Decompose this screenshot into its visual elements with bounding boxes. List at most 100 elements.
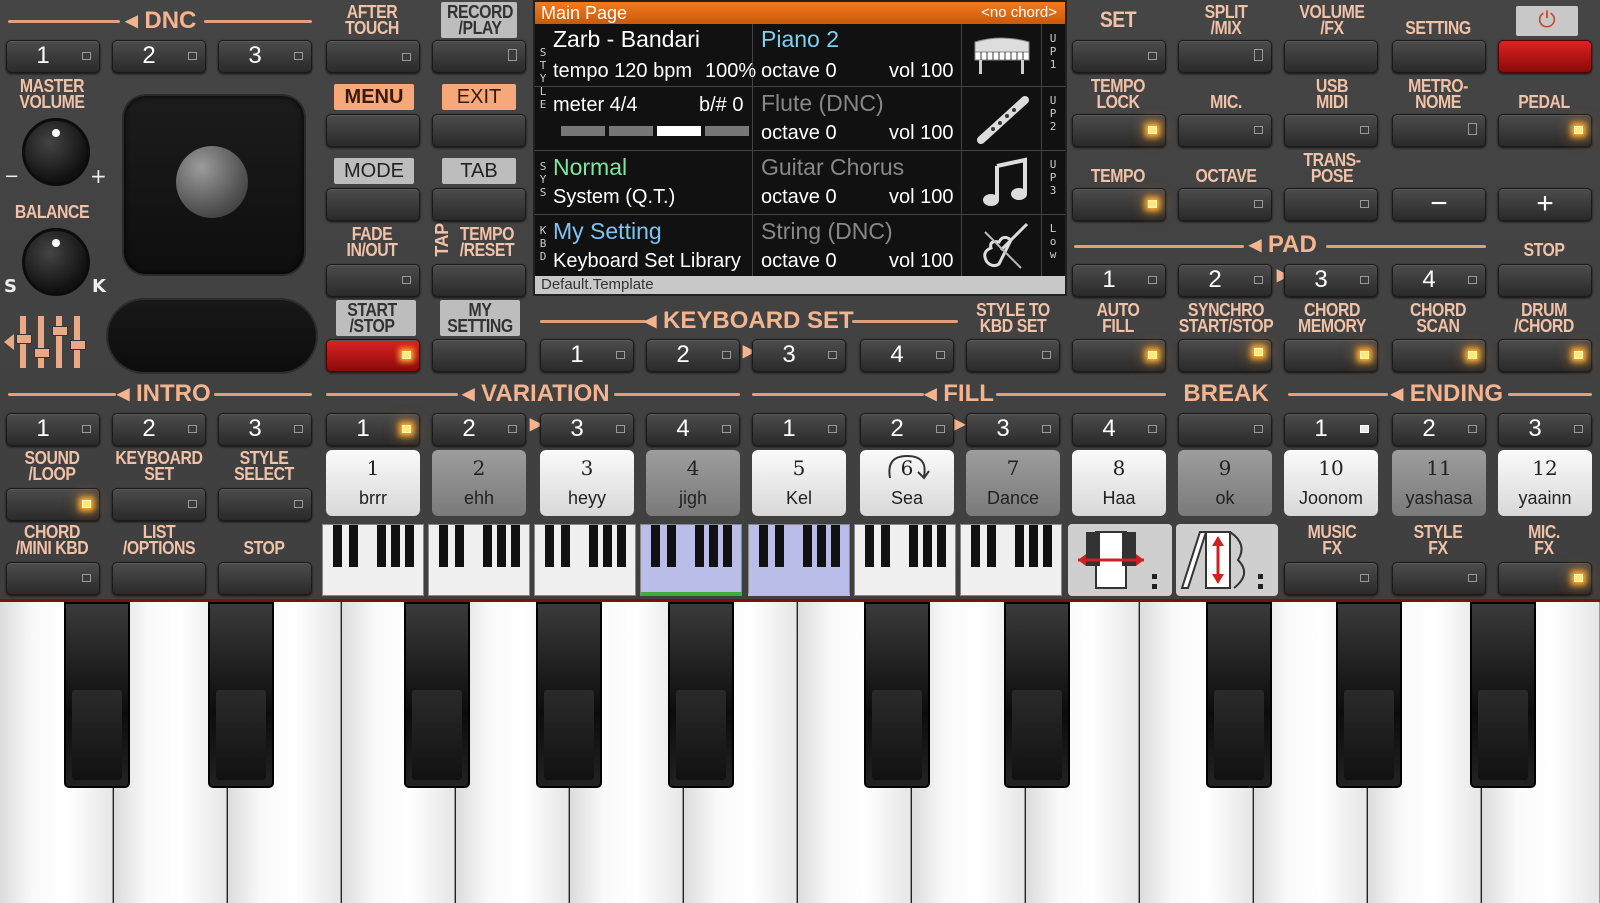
- variation-4-button[interactable]: 4: [646, 413, 740, 446]
- kbd-set-3-button[interactable]: 3: [752, 339, 846, 372]
- variation-2-button[interactable]: 2: [432, 413, 526, 446]
- tab-button[interactable]: [432, 188, 526, 221]
- tap-tempo-button[interactable]: [432, 264, 526, 297]
- mini-keyboard-octave-3[interactable]: [534, 524, 636, 596]
- style-select-button[interactable]: [218, 488, 312, 521]
- pad-stop-button[interactable]: [1498, 264, 1592, 297]
- mini-keyboard-octave-7[interactable]: [960, 524, 1062, 596]
- pad-1[interactable]: 1 brrr: [326, 450, 420, 516]
- dnc-3-button[interactable]: 3: [218, 40, 312, 73]
- violin-icon[interactable]: [977, 218, 1033, 272]
- intro-3-button[interactable]: 3: [218, 413, 312, 446]
- music-note-icon[interactable]: [981, 156, 1031, 208]
- set-button[interactable]: [1072, 40, 1166, 73]
- pad-12[interactable]: 12 yaainn: [1498, 450, 1592, 516]
- joystick-pad[interactable]: [124, 96, 304, 274]
- pad-4-button[interactable]: 4: [1392, 264, 1486, 297]
- pad-6[interactable]: 6 Sea: [860, 450, 954, 516]
- piano-icon[interactable]: [971, 32, 1033, 78]
- black-key[interactable]: [536, 602, 602, 788]
- pad-5[interactable]: 5 Kel: [752, 450, 846, 516]
- pad-4[interactable]: 4 jigh: [646, 450, 740, 516]
- flute-icon[interactable]: [975, 94, 1031, 146]
- voice-up3-name[interactable]: Guitar Chorus: [761, 154, 904, 181]
- intro-2-button[interactable]: 2: [112, 413, 206, 446]
- music-fx-button[interactable]: [1284, 562, 1378, 595]
- plus-button[interactable]: +: [1498, 188, 1592, 221]
- kbd-set-1-button[interactable]: 1: [540, 339, 634, 372]
- style-fx-button[interactable]: [1392, 562, 1486, 595]
- pad-10[interactable]: 10 Joonom: [1284, 450, 1378, 516]
- fill-1-button[interactable]: 1: [752, 413, 846, 446]
- pad-3-button[interactable]: 3: [1284, 264, 1378, 297]
- black-key[interactable]: [404, 602, 470, 788]
- power-button[interactable]: [1498, 40, 1592, 73]
- style-to-kbd-button[interactable]: [966, 339, 1060, 372]
- variation-1-button[interactable]: 1: [326, 413, 420, 446]
- minus-button[interactable]: −: [1392, 188, 1486, 221]
- kbd-name[interactable]: My Setting: [553, 218, 662, 245]
- stop-button[interactable]: [218, 562, 312, 595]
- mini-keyboard-octave-1[interactable]: [322, 524, 424, 596]
- balance-knob[interactable]: [22, 228, 90, 296]
- black-key[interactable]: [668, 602, 734, 788]
- style-name[interactable]: Zarb - Bandari: [553, 26, 700, 53]
- my-setting-button[interactable]: [432, 339, 526, 372]
- usb-midi-button[interactable]: [1284, 114, 1378, 147]
- ending-1-button[interactable]: 1: [1284, 413, 1378, 446]
- mini-keyboard-octave-5[interactable]: [748, 524, 850, 596]
- pad-11[interactable]: 11 yashasa: [1392, 450, 1486, 516]
- synchro-button[interactable]: [1178, 339, 1272, 372]
- transpose-button[interactable]: [1284, 188, 1378, 221]
- pitch-bend-bar[interactable]: [108, 300, 316, 372]
- pad-2-button[interactable]: 2: [1178, 264, 1272, 297]
- sys-name[interactable]: Normal: [553, 154, 627, 181]
- mic-fx-button[interactable]: [1498, 562, 1592, 595]
- variation-3-button[interactable]: 3: [540, 413, 634, 446]
- pad-7[interactable]: 7 Dance: [966, 450, 1060, 516]
- mixer-sliders-icon[interactable]: [4, 312, 100, 372]
- black-key[interactable]: [1004, 602, 1070, 788]
- key-width-button[interactable]: [1068, 524, 1172, 596]
- voice-up2-name[interactable]: Flute (DNC): [761, 90, 884, 117]
- chord-memory-button[interactable]: [1284, 339, 1378, 372]
- fill-2-button[interactable]: 2: [860, 413, 954, 446]
- pad-9[interactable]: 9 ok: [1178, 450, 1272, 516]
- ending-3-button[interactable]: 3: [1498, 413, 1592, 446]
- joystick-ball[interactable]: [176, 146, 248, 218]
- tempo-lock-button[interactable]: [1072, 114, 1166, 147]
- intro-1-button[interactable]: 1: [6, 413, 100, 446]
- drum-chord-button[interactable]: [1498, 339, 1592, 372]
- volume-fx-button[interactable]: [1284, 40, 1378, 73]
- mini-keyboard-octave-6[interactable]: [854, 524, 956, 596]
- mode-button[interactable]: [326, 188, 420, 221]
- key-height-button[interactable]: [1176, 524, 1278, 596]
- ending-2-button[interactable]: 2: [1392, 413, 1486, 446]
- fade-button[interactable]: [326, 264, 420, 297]
- split-mix-button[interactable]: [1178, 40, 1272, 73]
- metronome-button[interactable]: [1392, 114, 1486, 147]
- keyboard-set-button[interactable]: [112, 488, 206, 521]
- sound-loop-button[interactable]: [6, 488, 100, 521]
- setting-button[interactable]: [1392, 40, 1486, 73]
- kbd-set-4-button[interactable]: 4: [860, 339, 954, 372]
- auto-fill-button[interactable]: [1072, 339, 1166, 372]
- mic-button[interactable]: [1178, 114, 1272, 147]
- fill-3-button[interactable]: 3: [966, 413, 1060, 446]
- voice-up1-name[interactable]: Piano 2: [761, 26, 839, 53]
- black-key[interactable]: [1206, 602, 1272, 788]
- octave-button[interactable]: [1178, 188, 1272, 221]
- pad-2[interactable]: 2 ehh: [432, 450, 526, 516]
- chord-scan-button[interactable]: [1392, 339, 1486, 372]
- mini-keyboard-octave-4[interactable]: [640, 524, 742, 596]
- pad-3[interactable]: 3 heyy: [540, 450, 634, 516]
- master-volume-knob[interactable]: [22, 118, 90, 186]
- record-play-button[interactable]: [432, 40, 526, 73]
- start-stop-button[interactable]: [326, 339, 420, 372]
- pad-8[interactable]: 8 Haa: [1072, 450, 1166, 516]
- pad-1-button[interactable]: 1: [1072, 264, 1166, 297]
- kbd-set-2-button[interactable]: 2: [646, 339, 740, 372]
- after-touch-button[interactable]: [326, 40, 420, 73]
- fill-4-button[interactable]: 4: [1072, 413, 1166, 446]
- black-key[interactable]: [208, 602, 274, 788]
